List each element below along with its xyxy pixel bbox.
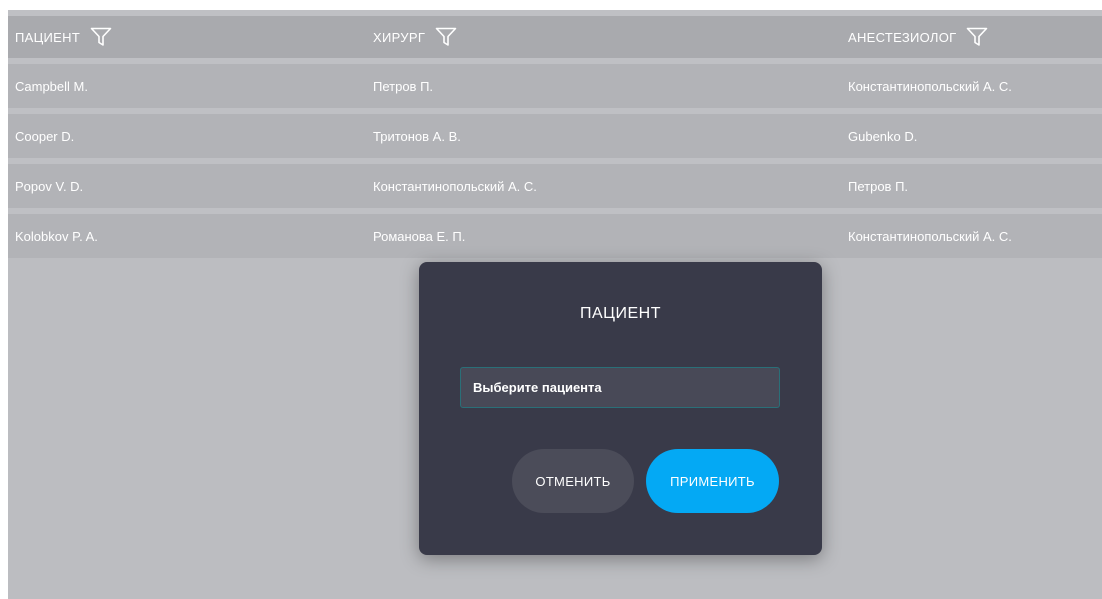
column-header-surgeon: ХИРУРГ bbox=[373, 16, 457, 58]
table-row[interactable]: Cooper D. Тритонов А. В. Gubenko D. bbox=[8, 114, 1102, 158]
cell-patient: Cooper D. bbox=[15, 128, 75, 144]
cell-surgeon: Романова Е. П. bbox=[373, 228, 466, 244]
column-header-label: ПАЦИЕНТ bbox=[15, 29, 81, 45]
filter-icon[interactable] bbox=[966, 27, 988, 47]
column-header-patient: ПАЦИЕНТ bbox=[15, 16, 112, 58]
cell-patient: Kolobkov P. A. bbox=[15, 228, 98, 244]
table-row[interactable]: Kolobkov P. A. Романова Е. П. Константин… bbox=[8, 214, 1102, 258]
cell-anesthesiologist: Константинопольский А. С. bbox=[848, 78, 1012, 94]
cell-anesthesiologist: Gubenko D. bbox=[848, 128, 918, 144]
filter-icon[interactable] bbox=[435, 27, 457, 47]
cell-surgeon: Тритонов А. В. bbox=[373, 128, 461, 144]
column-header-label: АНЕСТЕЗИОЛОГ bbox=[848, 29, 957, 45]
surgery-table: ПАЦИЕНТ ХИРУРГ АНЕСТЕЗИОЛОГ Campbell M. bbox=[8, 10, 1102, 258]
cancel-button[interactable]: ОТМЕНИТЬ bbox=[512, 449, 634, 513]
cell-anesthesiologist: Константинопольский А. С. bbox=[848, 228, 1012, 244]
column-header-anesthesiologist: АНЕСТЕЗИОЛОГ bbox=[848, 16, 988, 58]
cell-surgeon: Константинопольский А. С. bbox=[373, 178, 537, 194]
filter-dialog: ПАЦИЕНТ ОТМЕНИТЬ ПРИМЕНИТЬ bbox=[419, 262, 822, 555]
table-row[interactable]: Campbell M. Петров П. Константинопольски… bbox=[8, 64, 1102, 108]
column-header-label: ХИРУРГ bbox=[373, 29, 426, 45]
cell-surgeon: Петров П. bbox=[373, 78, 434, 94]
table-row[interactable]: Popov V. D. Константинопольский А. С. Пе… bbox=[8, 164, 1102, 208]
dialog-title: ПАЦИЕНТ bbox=[579, 305, 661, 322]
table-header: ПАЦИЕНТ ХИРУРГ АНЕСТЕЗИОЛОГ bbox=[8, 16, 1102, 58]
cell-patient: Campbell M. bbox=[15, 78, 88, 94]
patient-select-input[interactable] bbox=[460, 367, 780, 408]
filter-icon[interactable] bbox=[90, 27, 112, 47]
cell-anesthesiologist: Петров П. bbox=[848, 178, 909, 194]
cell-patient: Popov V. D. bbox=[15, 178, 84, 194]
apply-button[interactable]: ПРИМЕНИТЬ bbox=[646, 449, 779, 513]
app-container: ПАЦИЕНТ ХИРУРГ АНЕСТЕЗИОЛОГ Campbell M. bbox=[8, 10, 1102, 599]
